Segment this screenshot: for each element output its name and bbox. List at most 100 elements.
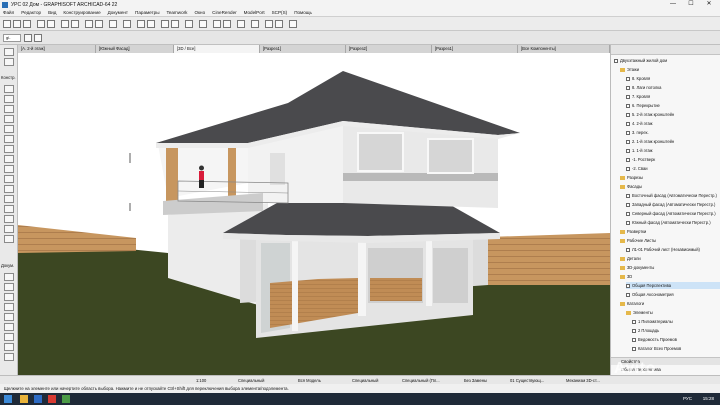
fill-tool-icon[interactable] — [4, 313, 14, 321]
open-file-icon[interactable] — [13, 20, 21, 28]
navigator-item[interactable]: 4. 2-й этаж — [626, 120, 720, 127]
3d-view-icon[interactable] — [71, 20, 79, 28]
morph-tool-icon[interactable] — [4, 235, 14, 243]
window-tool-icon[interactable] — [4, 155, 14, 163]
navigator-item[interactable]: 7. Кровля — [626, 93, 720, 100]
menu-modelport[interactable]: ModelPort — [244, 10, 265, 15]
tab-all-components[interactable]: [Все Компоненты] — [518, 45, 610, 53]
navigator-item[interactable]: -2. Сваи — [626, 165, 720, 172]
navigator-item[interactable]: 2. 1-й этаж кронштейн — [626, 138, 720, 145]
navigator-item[interactable]: Рабочие Листы — [620, 237, 720, 244]
marquee-tool-icon[interactable] — [4, 58, 14, 66]
zoom-out-icon[interactable] — [275, 20, 283, 28]
label-tool-icon[interactable] — [4, 303, 14, 311]
text-tool-icon[interactable] — [4, 293, 14, 301]
menu-view[interactable]: Вид — [48, 10, 56, 15]
grid-snap-icon[interactable] — [137, 20, 145, 28]
menu-design[interactable]: Конструирование — [63, 10, 100, 15]
taskbar-clock[interactable]: 15:28 — [703, 393, 714, 405]
publisher-icon[interactable] — [185, 20, 193, 28]
navigator-item[interactable]: Двухэтажный жилой дом — [614, 57, 720, 64]
navigator-item[interactable]: Ведомость Проемов — [632, 336, 720, 343]
beam-tool-icon[interactable] — [4, 105, 14, 113]
navigator-item[interactable]: 8. Кровля — [626, 75, 720, 82]
arrow-tool-icon[interactable] — [95, 20, 103, 28]
navigator-item[interactable]: Развертки — [620, 228, 720, 235]
zoom-field[interactable]: gl- — [3, 34, 21, 42]
3d-viewport[interactable] — [18, 53, 610, 375]
override-selector[interactable]: Без Замены — [464, 377, 487, 384]
navigator-item[interactable]: Восточный фасад (Автоматически Перестр.) — [626, 192, 720, 199]
archicad-taskbar-icon[interactable] — [34, 395, 42, 403]
cursor-icon[interactable] — [123, 20, 131, 28]
navigator-item[interactable]: Детали — [620, 255, 720, 262]
trace-icon[interactable] — [161, 20, 169, 28]
menu-edit[interactable]: Редактор — [21, 10, 41, 15]
3d-engine-selector[interactable]: Механизм 3D-ст... — [566, 377, 600, 384]
layer-icon[interactable] — [109, 20, 117, 28]
maximize-button[interactable]: ☐ — [682, 0, 700, 9]
tab-3d-all[interactable]: [3D / Все] — [174, 45, 260, 53]
arrow-tool-icon[interactable] — [4, 48, 14, 56]
navigator-item[interactable]: Фасады — [620, 183, 720, 190]
tab-section-2[interactable]: [Разрез2] — [346, 45, 432, 53]
menu-file[interactable]: Файл — [3, 10, 14, 15]
menu-window[interactable]: Окно — [194, 10, 205, 15]
browser-taskbar-icon[interactable] — [48, 395, 56, 403]
menu-scps[interactable]: SCP(S) — [272, 10, 288, 15]
undo-icon[interactable] — [37, 20, 45, 28]
navigator-item[interactable]: 2 Площадь — [632, 327, 720, 334]
pen-set-selector[interactable]: Специальный — [352, 377, 378, 384]
menu-options[interactable]: Параметры — [135, 10, 160, 15]
menu-document[interactable]: Документ — [108, 10, 128, 15]
start-menu-icon[interactable] — [4, 395, 12, 403]
slab-tool-icon[interactable] — [4, 115, 14, 123]
tab-floor-2[interactable]: [А. 2-й этаж] — [18, 45, 96, 53]
file-explorer-icon[interactable] — [20, 395, 28, 403]
render-icon[interactable] — [171, 20, 179, 28]
column-tool-icon[interactable] — [4, 95, 14, 103]
new-file-icon[interactable] — [3, 20, 11, 28]
selection-mode-icon[interactable] — [85, 20, 93, 28]
menu-cinerender[interactable]: CineRender — [212, 10, 237, 15]
arc-tool-icon[interactable] — [4, 333, 14, 341]
menu-teamwork[interactable]: Teamwork — [167, 10, 188, 15]
navigator-item[interactable]: 3D-документы — [620, 264, 720, 271]
navigator-item[interactable]: 1 Пиломатериалы — [632, 318, 720, 325]
tab-section-1[interactable]: [Разрез1] — [260, 45, 346, 53]
navigator-item[interactable]: Этажи — [620, 66, 720, 73]
navigator-item[interactable]: 8. Лаги потолка — [626, 84, 720, 91]
navigator-item[interactable]: Л1-01 Рабочий лист (Независимый) — [626, 246, 720, 253]
marquee-icon[interactable] — [34, 34, 42, 42]
mesh-tool-icon[interactable] — [4, 225, 14, 233]
navigator-item[interactable]: 6. Перекрытие — [626, 102, 720, 109]
railing-tool-icon[interactable] — [4, 175, 14, 183]
level-dimension-tool-icon[interactable] — [4, 283, 14, 291]
navigator-item[interactable]: Южный фасад (Автоматически Перестр.) — [626, 219, 720, 226]
polyline-tool-icon[interactable] — [4, 343, 14, 351]
navigator-item[interactable]: -1. Ростверк — [626, 156, 720, 163]
navigator-item[interactable]: Разрезы — [620, 174, 720, 181]
close-button[interactable]: ✕ — [700, 0, 718, 9]
fit-window-icon[interactable] — [289, 20, 297, 28]
curtain-wall-tool-icon[interactable] — [4, 185, 14, 193]
minimize-button[interactable]: — — [664, 0, 682, 9]
save-icon[interactable] — [23, 20, 31, 28]
magic-wand-icon[interactable] — [24, 34, 32, 42]
measure-icon[interactable] — [251, 20, 259, 28]
layer-combination-selector[interactable]: Специальный — [238, 377, 264, 384]
roof-tool-icon[interactable] — [4, 125, 14, 133]
toolbox-section-design[interactable]: Констр. — [1, 75, 16, 80]
zone-tool-icon[interactable] — [4, 215, 14, 223]
menu-help[interactable]: Помощь — [294, 10, 312, 15]
stair-tool-icon[interactable] — [4, 165, 14, 173]
navigator-item[interactable]: Северный фасад (Автоматически Перестр.) — [626, 210, 720, 217]
navigator-item[interactable]: Общая Перспектива — [626, 282, 720, 289]
navigator-item[interactable]: 1. 1-й этаж — [626, 147, 720, 154]
floor-plan-view-icon[interactable] — [61, 20, 69, 28]
zoom-in-icon[interactable] — [265, 20, 273, 28]
navigator-item[interactable]: Каталоги — [620, 300, 720, 307]
wall-tool-icon[interactable] — [4, 85, 14, 93]
navigator-item[interactable]: Западный фасад (Автоматически Перестр.) — [626, 201, 720, 208]
tab-section-1b[interactable]: [Разрез1] — [432, 45, 518, 53]
